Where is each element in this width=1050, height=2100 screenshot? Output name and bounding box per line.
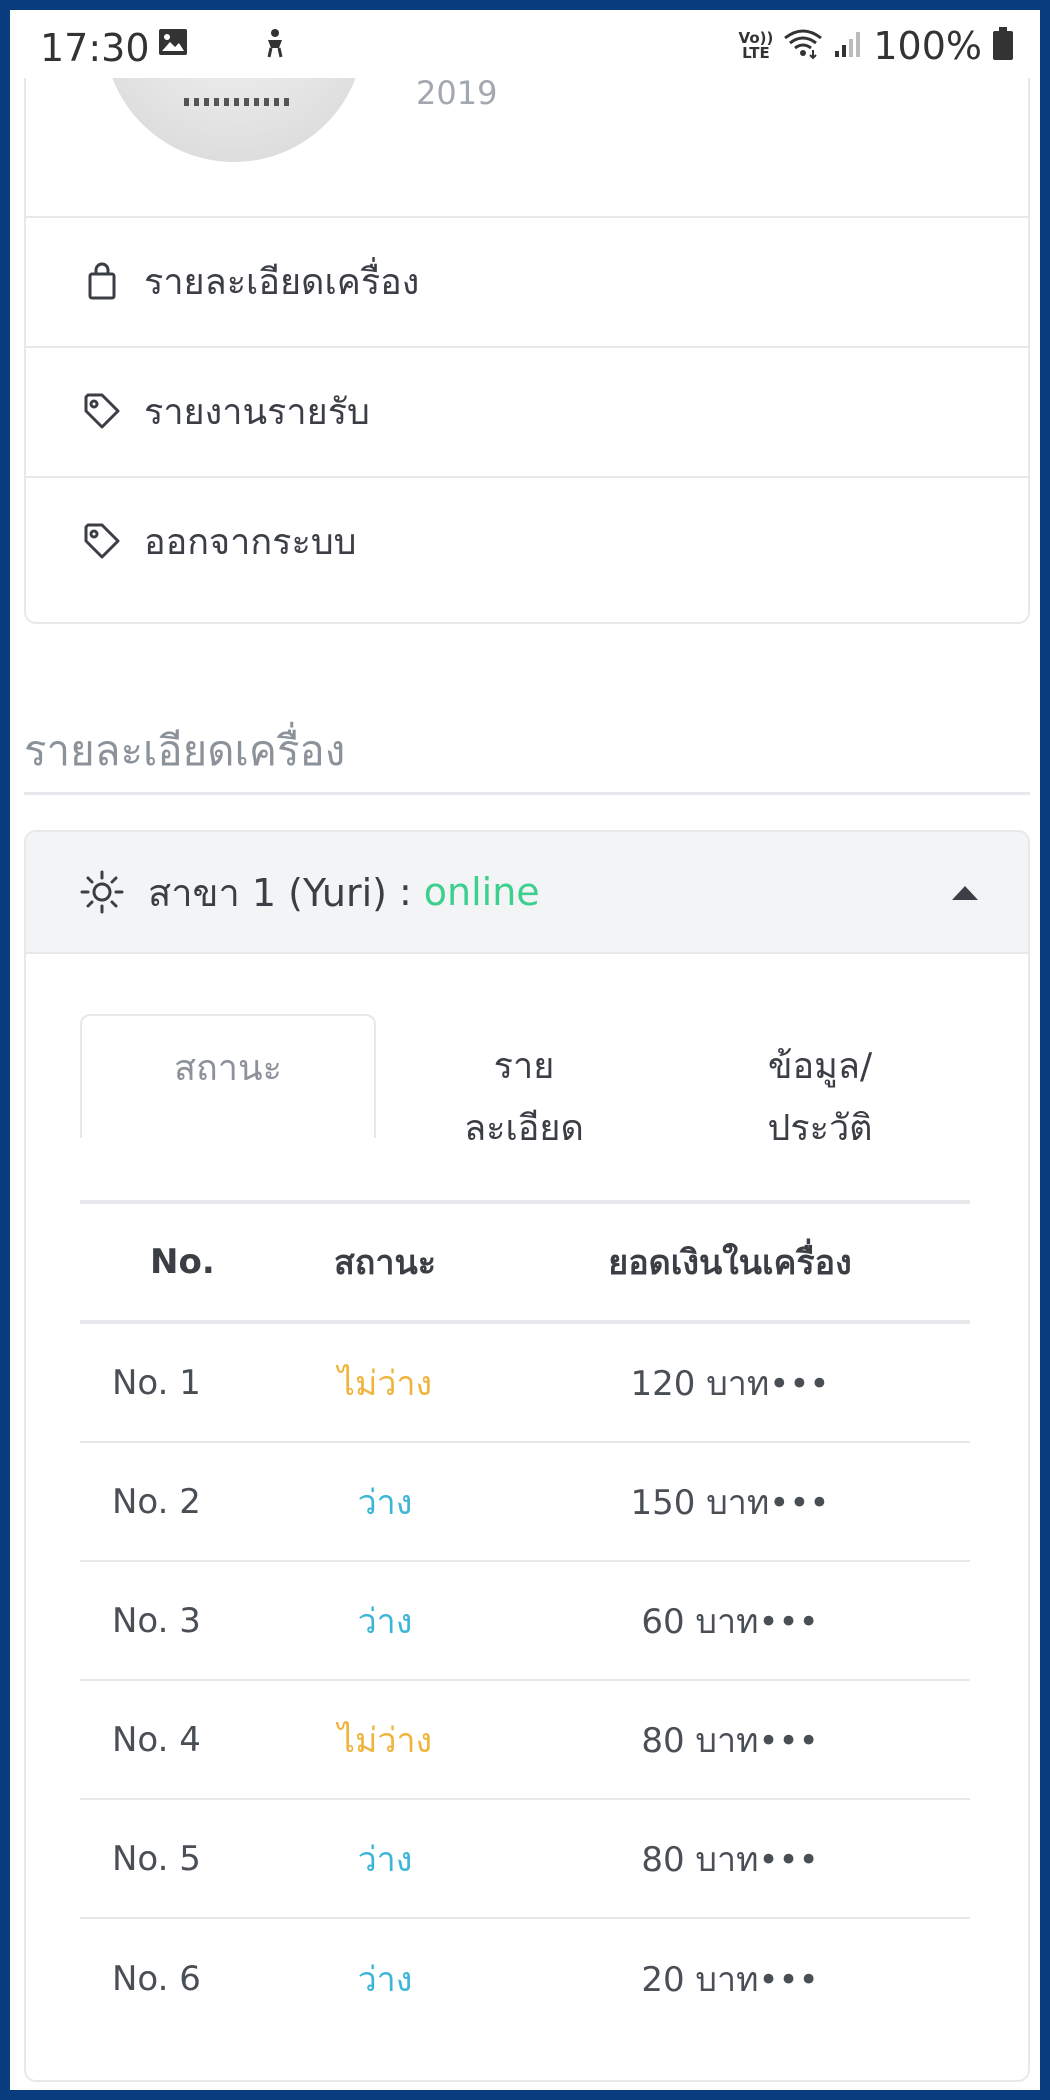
col-header-status: สถานะ <box>334 1243 436 1283</box>
volte-indicator: Vo)) LTE <box>738 29 774 62</box>
cell-status: ว่าง <box>357 1839 413 1880</box>
battery-icon <box>992 27 1014 65</box>
menu-item-machine-details[interactable]: รายละเอียดเครื่อง <box>26 216 1028 344</box>
table-header: No. สถานะ ยอดเงินในเครื่อง <box>80 1204 970 1324</box>
cell-amount: 80 บาท••• <box>641 1720 819 1761</box>
table-row: No. 5 ว่าง 80 บาท••• <box>80 1800 970 1919</box>
status-right: Vo)) LTE 100% <box>739 24 1014 68</box>
cell-status: ว่าง <box>357 1482 413 1523</box>
gallery-notification-icon <box>158 28 188 60</box>
slot-table: No. สถานะ ยอดเงินในเครื่อง No. 1 ไม่ว่าง… <box>80 1200 970 2038</box>
col-header-no: No. <box>150 1242 215 1282</box>
menu-item-income-report[interactable]: รายงานรายรับ <box>26 346 1028 474</box>
menu-item-label: ออกจากระบบ <box>144 521 357 563</box>
cell-no: No. 2 <box>112 1481 201 1522</box>
table-row: No. 1 ไม่ว่าง 120 บาท••• <box>80 1324 970 1443</box>
section-divider <box>24 792 1030 795</box>
cell-status: ไม่ว่าง <box>337 1720 433 1761</box>
online-status: online <box>423 870 540 914</box>
section-title: รายละเอียดเครื่อง <box>24 726 346 775</box>
col-header-amount: ยอดเงินในเครื่อง <box>608 1243 852 1283</box>
table-row: No. 3 ว่าง 60 บาท••• <box>80 1562 970 1681</box>
branch-name: สาขา 1 (Yuri) <box>148 870 387 915</box>
sun-icon <box>80 870 124 914</box>
status-bar: 17:30 Vo)) LTE 100% <box>10 10 1040 78</box>
wifi-icon <box>783 28 823 64</box>
table-row: No. 6 ว่าง 20 บาท••• <box>80 1919 970 2038</box>
cell-amount: 60 บาท••• <box>641 1601 819 1642</box>
cell-amount: 80 บาท••• <box>641 1839 819 1880</box>
cell-status: ว่าง <box>357 1601 413 1642</box>
tag-icon <box>82 391 122 431</box>
tag-icon <box>82 521 122 561</box>
tab-bar: สถานะ ราย ละเอียด ข้อมูล/ ประวัติ <box>80 1014 970 1184</box>
branch-separator: : <box>398 870 412 914</box>
cell-no: No. 1 <box>112 1362 201 1403</box>
battery-percent: 100% <box>873 24 982 68</box>
collapse-caret-icon[interactable] <box>952 886 978 900</box>
menu-item-label: รายละเอียดเครื่อง <box>144 261 420 303</box>
cell-no: No. 4 <box>112 1719 201 1760</box>
status-time: 17:30 <box>40 26 150 70</box>
cell-amount: 150 บาท••• <box>630 1482 830 1523</box>
tab-info-history[interactable]: ข้อมูล/ ประวัติ <box>672 1014 968 1149</box>
tab-details[interactable]: ราย ละเอียด <box>376 1014 672 1149</box>
cell-amount: 120 บาท••• <box>630 1363 830 1404</box>
shopping-bag-icon <box>82 261 122 301</box>
cell-no: No. 3 <box>112 1600 201 1641</box>
menu-item-label: รายงานรายรับ <box>144 391 370 433</box>
cell-status: ว่าง <box>357 1959 413 2000</box>
accessibility-notification-icon <box>262 28 288 62</box>
machine-card-header[interactable]: สาขา 1 (Yuri) : online <box>26 832 1028 954</box>
table-row: No. 2 ว่าง 150 บาท••• <box>80 1443 970 1562</box>
tab-status[interactable]: สถานะ <box>80 1014 376 1138</box>
menu-item-logout[interactable]: ออกจากระบบ <box>26 476 1028 604</box>
cell-amount: 20 บาท••• <box>641 1959 819 2000</box>
cell-status: ไม่ว่าง <box>337 1363 433 1404</box>
machine-card: สาขา 1 (Yuri) : online สถานะ ราย ละเอียด… <box>24 830 1030 2082</box>
signal-icon <box>833 29 863 63</box>
cell-no: No. 6 <box>112 1958 201 1999</box>
profile-year: 2019 <box>416 74 498 112</box>
table-row: No. 4 ไม่ว่าง 80 บาท••• <box>80 1681 970 1800</box>
profile-card: 2019 รายละเอียดเครื่อง รายงานรายรับ ออกจ… <box>24 10 1030 624</box>
phone-screen: 17:30 Vo)) LTE 100% 2019 รายละเอียดเครื่… <box>10 10 1040 2090</box>
cell-no: No. 5 <box>112 1838 201 1879</box>
